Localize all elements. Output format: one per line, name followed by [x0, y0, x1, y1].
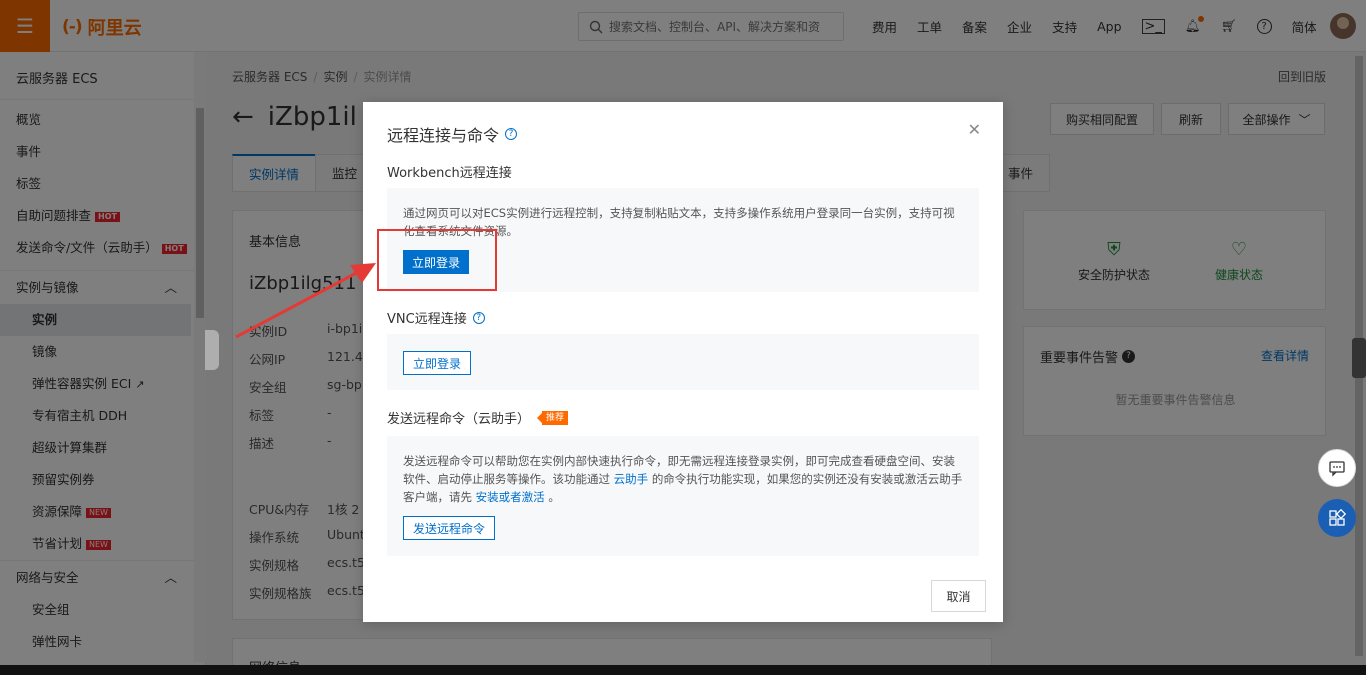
- recommend-tag: 推荐: [537, 410, 569, 425]
- cmd-desc: 发送远程命令可以帮助您在实例内部快速执行命令，即无需远程连接登录实例，即可完成查…: [403, 452, 963, 506]
- annotation-arrow-icon: [235, 263, 376, 339]
- apps-grid-icon[interactable]: [1318, 499, 1356, 537]
- dialog-title: 远程连接与命令: [387, 126, 500, 145]
- remote-connect-dialog: 远程连接与命令? ✕ Workbench远程连接 通过网页可以对ECS实例进行远…: [363, 102, 1003, 622]
- taskbar: [0, 665, 1366, 675]
- sidebar-collapse-handle[interactable]: [205, 330, 219, 370]
- help-icon[interactable]: ?: [505, 128, 518, 140]
- cmd-desc-text: 。: [548, 490, 560, 504]
- vnc-title: VNC远程连接: [387, 312, 467, 327]
- cancel-button[interactable]: 取消: [931, 580, 986, 612]
- vnc-login-button[interactable]: 立即登录: [403, 351, 471, 375]
- chat-icon[interactable]: [1318, 449, 1356, 487]
- install-activate-link[interactable]: 安装或者激活: [476, 490, 545, 504]
- highlight-box: [377, 229, 497, 291]
- vnc-box: 立即登录: [387, 334, 979, 390]
- cmd-title: 发送远程命令（云助手）: [387, 412, 531, 427]
- cmd-box: 发送远程命令可以帮助您在实例内部快速执行命令，即无需远程连接登录实例，即可完成查…: [387, 436, 979, 556]
- dialog-title-wrap: 远程连接与命令?: [387, 122, 518, 146]
- vnc-title-wrap: VNC远程连接?: [387, 308, 485, 327]
- cloud-assistant-link[interactable]: 云助手: [614, 472, 649, 486]
- side-handle[interactable]: [1352, 338, 1366, 378]
- cmd-title-wrap: 发送远程命令（云助手） 推荐: [387, 408, 569, 427]
- send-command-button[interactable]: 发送远程命令: [403, 516, 495, 540]
- help-icon[interactable]: ?: [472, 311, 485, 324]
- workbench-title: Workbench远程连接: [387, 166, 512, 181]
- close-icon[interactable]: ✕: [968, 120, 981, 139]
